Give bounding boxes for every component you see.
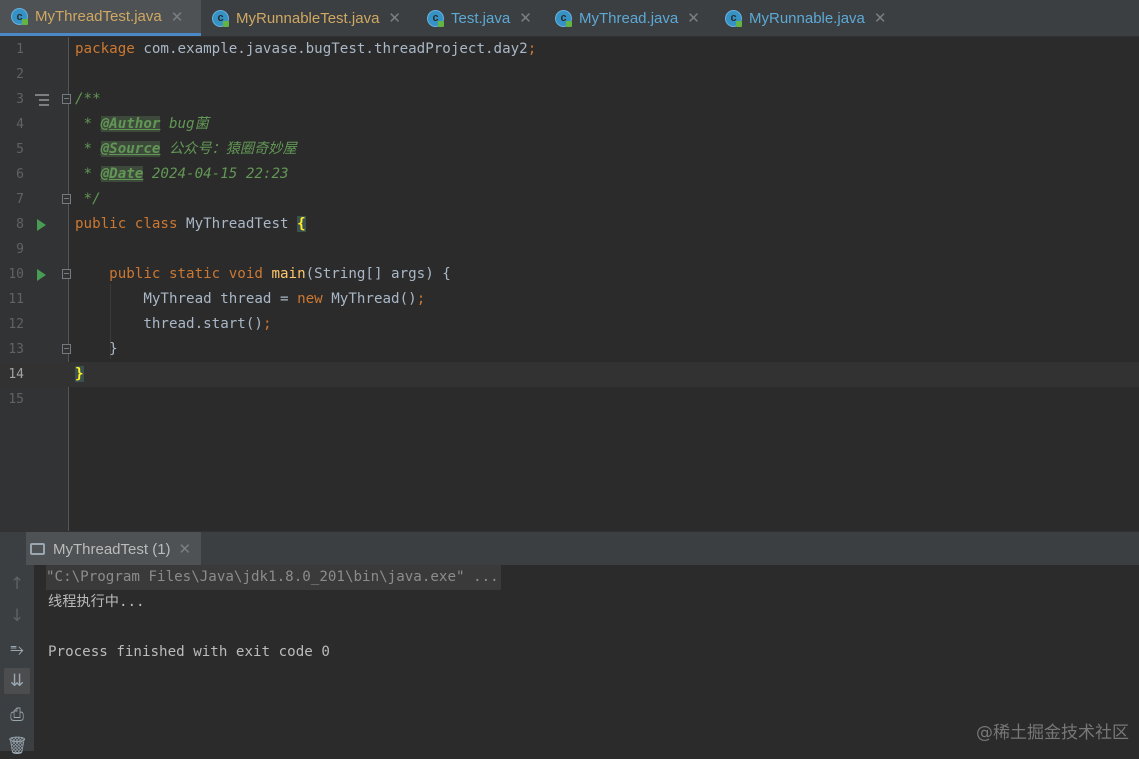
run-panel-header: MyThreadTest (1) ✕ xyxy=(0,531,1139,566)
tab-myrunnabletest[interactable]: c MyRunnableTest.java ✕ xyxy=(201,0,416,36)
code-line[interactable]: 6 * @Date 2024-04-15 22:23 xyxy=(0,162,1139,187)
line-number: 11 xyxy=(8,292,24,307)
tab-label: MyThreadTest.java xyxy=(35,8,162,25)
line-number: 10 xyxy=(8,267,24,282)
code-text: } xyxy=(75,366,84,382)
tab-mythread[interactable]: c MyThread.java ✕ xyxy=(544,0,714,36)
console-output-line: 线程执行中... xyxy=(48,594,145,610)
line-number: 4 xyxy=(16,117,24,132)
fold-icon[interactable] xyxy=(62,269,71,279)
java-class-icon: c xyxy=(427,9,444,27)
code-editor[interactable]: 1 package com.example.javase.bugTest.thr… xyxy=(0,37,1139,531)
code-text: package com.example.javase.bugTest.threa… xyxy=(75,41,537,57)
run-tab[interactable]: MyThreadTest (1) ✕ xyxy=(26,532,202,566)
watermark: @稀土掘金技术社区 xyxy=(976,723,1129,743)
tab-label: MyThread.java xyxy=(579,9,679,27)
tab-label: MyRunnableTest.java xyxy=(236,9,380,27)
run-method-icon[interactable] xyxy=(37,269,46,281)
code-line[interactable]: 11 MyThread thread = new MyThread(); xyxy=(0,287,1139,312)
code-text: * @Source 公众号：猿圈奇妙屋 xyxy=(75,141,297,157)
line-number: 2 xyxy=(16,67,24,82)
close-icon[interactable]: ✕ xyxy=(388,9,401,27)
code-line[interactable]: 8 public class MyThreadTest { xyxy=(0,212,1139,237)
close-icon[interactable]: ✕ xyxy=(874,9,887,27)
java-class-icon: c xyxy=(725,9,742,27)
close-icon[interactable]: ✕ xyxy=(179,540,192,558)
code-line[interactable]: 9 xyxy=(0,237,1139,262)
console-output[interactable]: "C:\Program Files\Java\jdk1.8.0_201\bin\… xyxy=(34,565,1139,751)
code-line[interactable]: 10 public static void main(String[] args… xyxy=(0,262,1139,287)
code-line[interactable]: 1 package com.example.javase.bugTest.thr… xyxy=(0,37,1139,62)
line-number: 1 xyxy=(16,42,24,57)
code-line[interactable]: 5 * @Source 公众号：猿圈奇妙屋 xyxy=(0,137,1139,162)
line-number: 8 xyxy=(16,217,24,232)
tab-mythreadtest[interactable]: c MyThreadTest.java ✕ xyxy=(0,0,201,36)
rendered-doc-icon[interactable] xyxy=(35,94,49,106)
line-number: 9 xyxy=(16,242,24,257)
console-command-line[interactable]: "C:\Program Files\Java\jdk1.8.0_201\bin\… xyxy=(46,565,501,590)
close-icon[interactable]: ✕ xyxy=(171,8,184,26)
code-text: } xyxy=(75,341,118,357)
code-line-current[interactable]: 14 } xyxy=(0,362,1139,387)
line-number: 3 xyxy=(16,92,24,107)
editor-tab-bar: c MyThreadTest.java ✕ c MyRunnableTest.j… xyxy=(0,0,1139,37)
trash-icon[interactable]: 🗑 xyxy=(4,733,30,759)
line-number: 13 xyxy=(8,342,24,357)
up-arrow-icon[interactable]: ↑ xyxy=(4,571,30,597)
line-number: 15 xyxy=(8,392,24,407)
line-number: 5 xyxy=(16,142,24,157)
line-number: 6 xyxy=(16,167,24,182)
code-text: */ xyxy=(75,191,101,207)
tab-label: MyRunnable.java xyxy=(749,9,865,27)
fold-icon[interactable] xyxy=(62,194,71,204)
close-icon[interactable]: ✕ xyxy=(519,9,532,27)
scroll-to-end-icon[interactable]: ⇊ xyxy=(4,668,30,694)
tab-label: Test.java xyxy=(451,9,511,27)
run-tab-label: MyThreadTest (1) xyxy=(53,540,171,558)
code-text: * @Author bug菌 xyxy=(75,116,209,132)
code-text: /** xyxy=(75,91,101,107)
code-line[interactable]: 4 * @Author bug菌 xyxy=(0,112,1139,137)
code-text: thread.start(); xyxy=(143,316,272,332)
code-text: MyThread thread = new MyThread(); xyxy=(143,291,426,307)
code-text: * @Date 2024-04-15 22:23 xyxy=(75,166,289,182)
java-class-icon: c xyxy=(11,8,28,25)
fold-icon[interactable] xyxy=(62,344,71,354)
code-line[interactable]: 3 /** xyxy=(0,87,1139,112)
java-class-icon: c xyxy=(555,9,572,27)
tab-test[interactable]: c Test.java ✕ xyxy=(416,0,544,36)
code-line[interactable]: 12 thread.start(); xyxy=(0,312,1139,337)
down-arrow-icon[interactable]: ↓ xyxy=(4,603,30,629)
code-line[interactable]: 13 } xyxy=(0,337,1139,362)
console-icon xyxy=(30,543,45,555)
code-line[interactable]: 15 xyxy=(0,387,1139,412)
line-number: 12 xyxy=(8,317,24,332)
code-line[interactable]: 2 xyxy=(0,62,1139,87)
code-text: public static void main(String[] args) { xyxy=(109,266,451,282)
print-icon[interactable]: ⎙ xyxy=(4,702,30,728)
console-exit-line: Process finished with exit code 0 xyxy=(48,644,330,660)
close-icon[interactable]: ✕ xyxy=(687,9,700,27)
code-line[interactable]: 7 */ xyxy=(0,187,1139,212)
line-number: 7 xyxy=(16,192,24,207)
soft-wrap-icon[interactable]: ⥱ xyxy=(4,637,30,663)
run-class-icon[interactable] xyxy=(37,219,46,231)
tab-myrunnable[interactable]: c MyRunnable.java ✕ xyxy=(714,0,904,36)
java-class-icon: c xyxy=(212,9,229,27)
code-text: public class MyThreadTest { xyxy=(75,216,306,232)
fold-icon[interactable] xyxy=(62,94,71,104)
run-toolbar: ↑ ↓ ⥱ ⇊ ⎙ 🗑 xyxy=(0,565,34,756)
line-number: 14 xyxy=(8,367,24,382)
